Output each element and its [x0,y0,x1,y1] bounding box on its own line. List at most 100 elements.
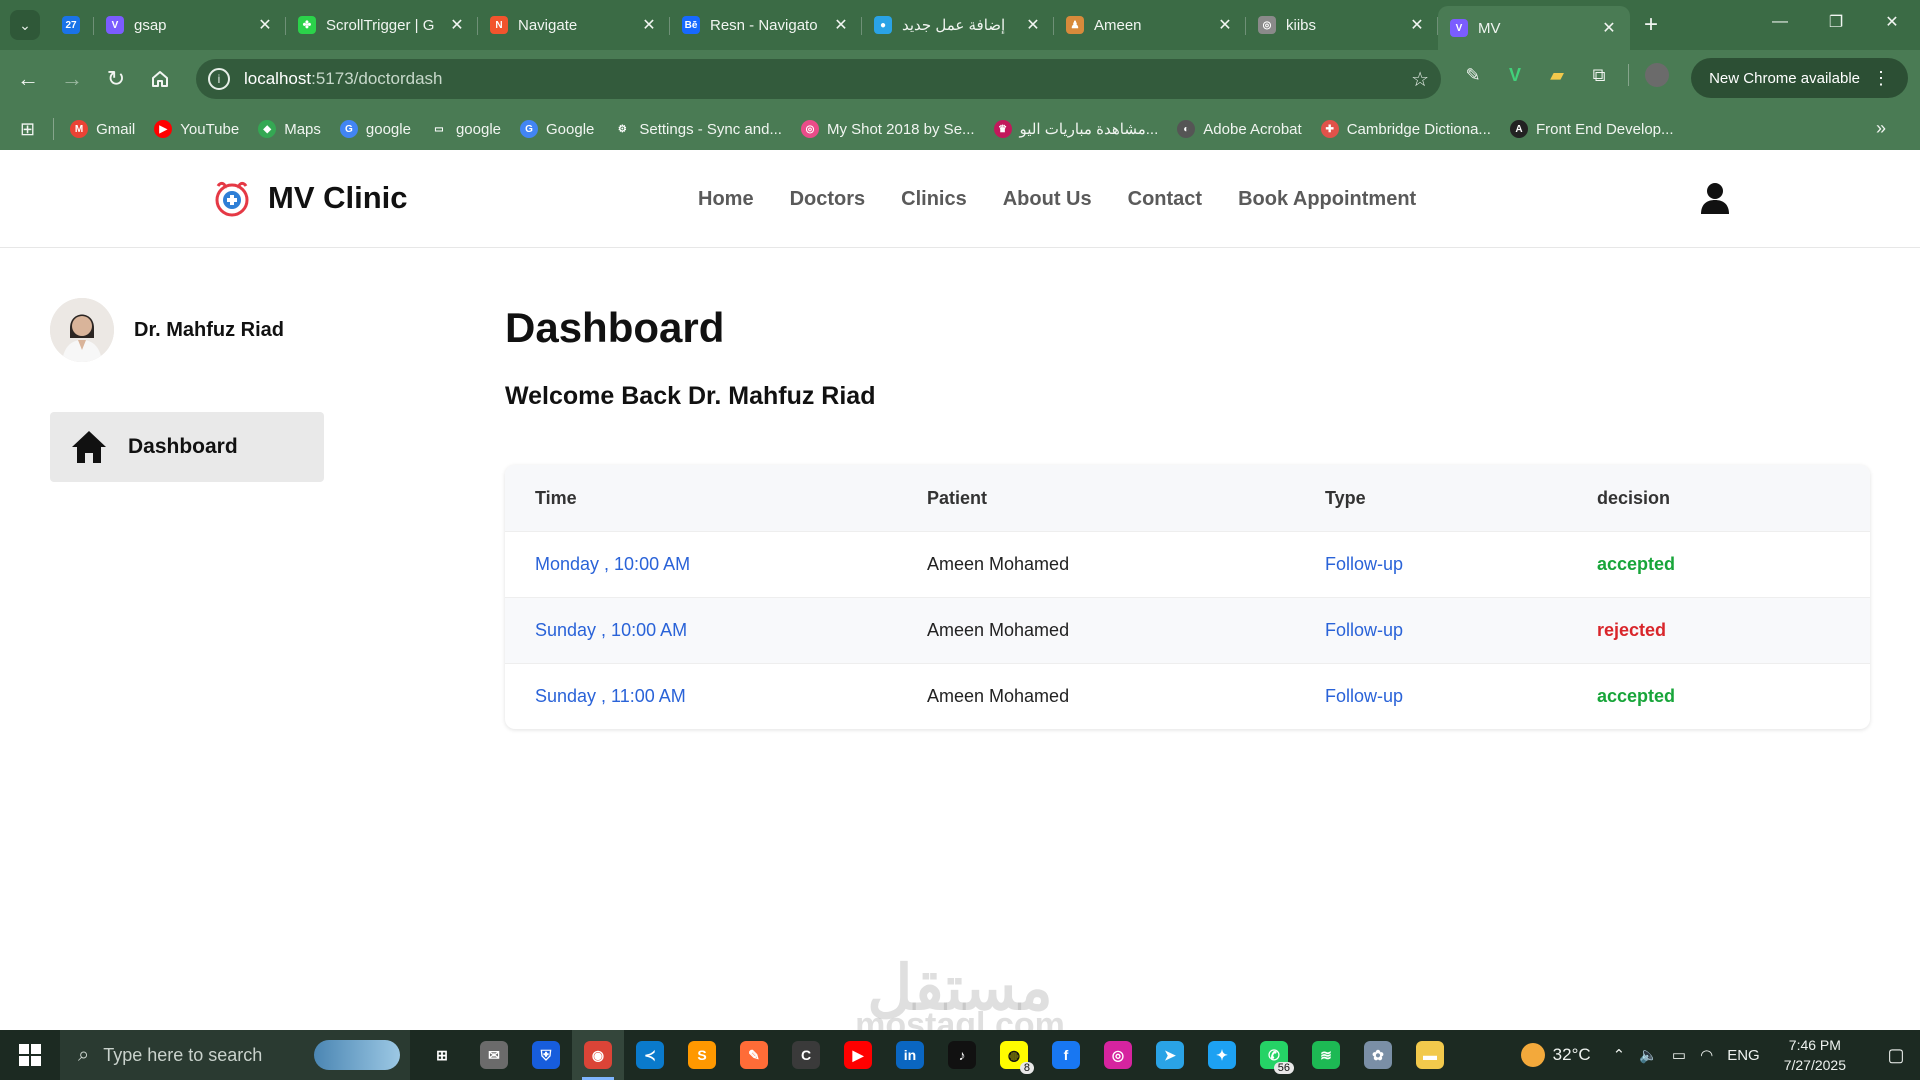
taskbar-app-explorer[interactable]: ▬ [1404,1030,1456,1080]
nav-link-book-appointment[interactable]: Book Appointment [1238,188,1416,211]
taskbar-app-bitwarden[interactable]: ⛨ [520,1030,572,1080]
nav-link-doctors[interactable]: Doctors [790,188,866,211]
taskbar-app-spotify[interactable]: ≋ [1300,1030,1352,1080]
sidebar-item-dashboard[interactable]: Dashboard [50,412,324,482]
color-picker-extension-icon[interactable]: ✎ [1460,62,1486,88]
browser-tab[interactable]: ◎ kiibs ✕ [1246,5,1438,45]
tab-close-icon[interactable]: ✕ [832,15,850,35]
reload-button[interactable]: ↻ [94,57,138,101]
tab-close-icon[interactable]: ✕ [1216,15,1234,35]
taskbar-app-facebook[interactable]: f [1040,1030,1092,1080]
weather-widget[interactable]: 32°C [1520,1043,1591,1067]
taskbar-app-task-view[interactable]: ⊞ [416,1030,468,1080]
taskbar-app-vscode[interactable]: ≺ [624,1030,676,1080]
bookmark-item[interactable]: Ggoogle [339,120,411,138]
chevron-up-icon[interactable]: ⌃ [1613,1046,1626,1064]
taskbar-app-paint[interactable]: ✿ [1352,1030,1404,1080]
bookmark-item[interactable]: G Google [520,120,594,138]
back-button[interactable]: ← [6,57,50,101]
nav-link-about-us[interactable]: About Us [1003,188,1092,211]
restore-icon[interactable]: ❐ [1808,0,1864,44]
tab-close-icon[interactable]: ✕ [448,15,466,35]
bookmark-item[interactable]: ▭ google [430,120,501,138]
tab-favicon-icon: V [1450,19,1468,37]
taskbar-app-linkedin[interactable]: in [884,1030,936,1080]
clock[interactable]: 7:46 PM 7/27/2025 [1784,1035,1846,1075]
bookmark-item[interactable]: ◆ Maps [258,120,321,138]
chevron-right-double-icon[interactable]: » [1876,118,1886,139]
taskbar-app-youtube[interactable]: ▶ [832,1030,884,1080]
tab-close-icon[interactable]: ✕ [256,15,274,35]
profile-avatar-icon[interactable] [1645,63,1669,87]
tab-close-icon[interactable]: ✕ [1024,15,1042,35]
bookmark-icon: G [339,120,358,138]
vue-devtools-extension-icon[interactable]: V [1502,62,1528,88]
taskbar-app-instagram[interactable]: ◎ [1092,1030,1144,1080]
home-button[interactable] [138,57,182,101]
bookmark-item[interactable]: ◐ Adobe Acrobat [1177,120,1302,138]
tab-active[interactable]: V MV ✕ [1438,6,1630,50]
minimize-icon[interactable]: — [1752,0,1808,44]
battery-icon[interactable]: ▭ [1672,1046,1686,1064]
tab-search-button[interactable]: ⌄ [10,10,40,40]
nav-link-home[interactable]: Home [698,188,754,211]
taskbar-app-chrome[interactable]: ◉ [572,1030,624,1080]
taskbar-search[interactable]: ⌕ Type here to search [60,1030,410,1080]
screen-extension-icon[interactable]: ▰ [1544,62,1570,88]
bookmark-star-icon[interactable]: ☆ [1411,67,1429,92]
start-button[interactable] [0,1030,60,1080]
tab-close-icon[interactable]: ✕ [1408,15,1426,35]
browser-tab[interactable]: ♟ Ameen ✕ [1054,5,1246,45]
youtube-icon: ▶ [844,1041,872,1069]
browser-tab[interactable]: Bē Resn - Navigato ✕ [670,5,862,45]
bookmark-item[interactable]: ◎ My Shot 2018 by Se... [800,120,975,138]
tiktok-icon: ♪ [948,1041,976,1069]
nav-link-clinics[interactable]: Clinics [901,188,967,211]
chrome-update-button[interactable]: New Chrome available ⋮ [1691,58,1908,98]
new-tab-button[interactable]: + [1636,5,1666,45]
taskbar-app-twitter[interactable]: ✦ [1196,1030,1248,1080]
notifications-icon[interactable]: ▢ [1872,1030,1920,1080]
facebook-icon: f [1052,1041,1080,1069]
bookmark-item[interactable]: M Gmail [70,120,135,138]
kebab-menu-icon[interactable]: ⋮ [1872,68,1890,89]
bookmark-item[interactable]: ⚙ Settings - Sync and... [613,120,782,138]
user-icon[interactable] [1700,182,1730,214]
taskbar-app-postman[interactable]: ✎ [728,1030,780,1080]
bookmark-item[interactable]: A Front End Develop... [1509,120,1674,138]
taskbar-app-whatsapp[interactable]: ✆ 56 [1248,1030,1300,1080]
forward-button[interactable]: → [50,57,94,101]
taskbar-app-mail[interactable]: ✉ [468,1030,520,1080]
taskbar-app-sublime[interactable]: S [676,1030,728,1080]
bookmark-item[interactable]: ♛ مشاهدة مباريات اليو... [993,120,1158,138]
volume-icon[interactable]: 🔈 [1639,1046,1658,1064]
bookmark-label: Gmail [96,120,136,138]
wifi-icon[interactable]: ◠ [1700,1046,1713,1064]
nav-link-contact[interactable]: Contact [1128,188,1202,211]
close-icon[interactable]: ✕ [1864,0,1920,44]
language-indicator[interactable]: ENG [1727,1047,1760,1064]
address-bar[interactable]: i localhost:5173/doctordash ☆ [196,59,1441,99]
bookmark-item[interactable]: ▶ YouTube [154,120,239,138]
bookmark-item[interactable]: ✚ Cambridge Dictiona... [1320,120,1491,138]
browser-tab[interactable]: ✤ ScrollTrigger | G ✕ [286,5,478,45]
taskbar-app-app-cp[interactable]: C [780,1030,832,1080]
tab-close-icon[interactable]: ✕ [640,15,658,35]
taskbar-app-tiktok[interactable]: ♪ [936,1030,988,1080]
site-info-icon[interactable]: i [208,68,230,90]
browser-tab[interactable]: Vgsap ✕ [94,5,286,45]
chevron-down-icon: ⌄ [19,16,31,33]
bookmark-label: Front End Develop... [1535,120,1674,138]
bookmark-icon: ✚ [1320,120,1339,138]
bookmark-icon: G [520,120,538,138]
browser-tab[interactable]: ● إضافة عمل جديد ✕ [862,5,1054,45]
brand[interactable]: MV Clinic [212,178,408,218]
tab-close-icon[interactable]: ✕ [1600,18,1618,38]
taskbar-app-snapchat[interactable]: ◍ 8 [988,1030,1040,1080]
browser-tab[interactable]: N Navigate ✕ [478,5,670,45]
puzzle-icon[interactable]: ⧉ [1586,62,1612,88]
browser-tab[interactable]: 27 [54,5,94,45]
bookmark-icon: ◐ [1177,120,1196,138]
apps-grid-icon[interactable]: ⊞ [20,119,35,140]
taskbar-app-telegram[interactable]: ➤ [1144,1030,1196,1080]
